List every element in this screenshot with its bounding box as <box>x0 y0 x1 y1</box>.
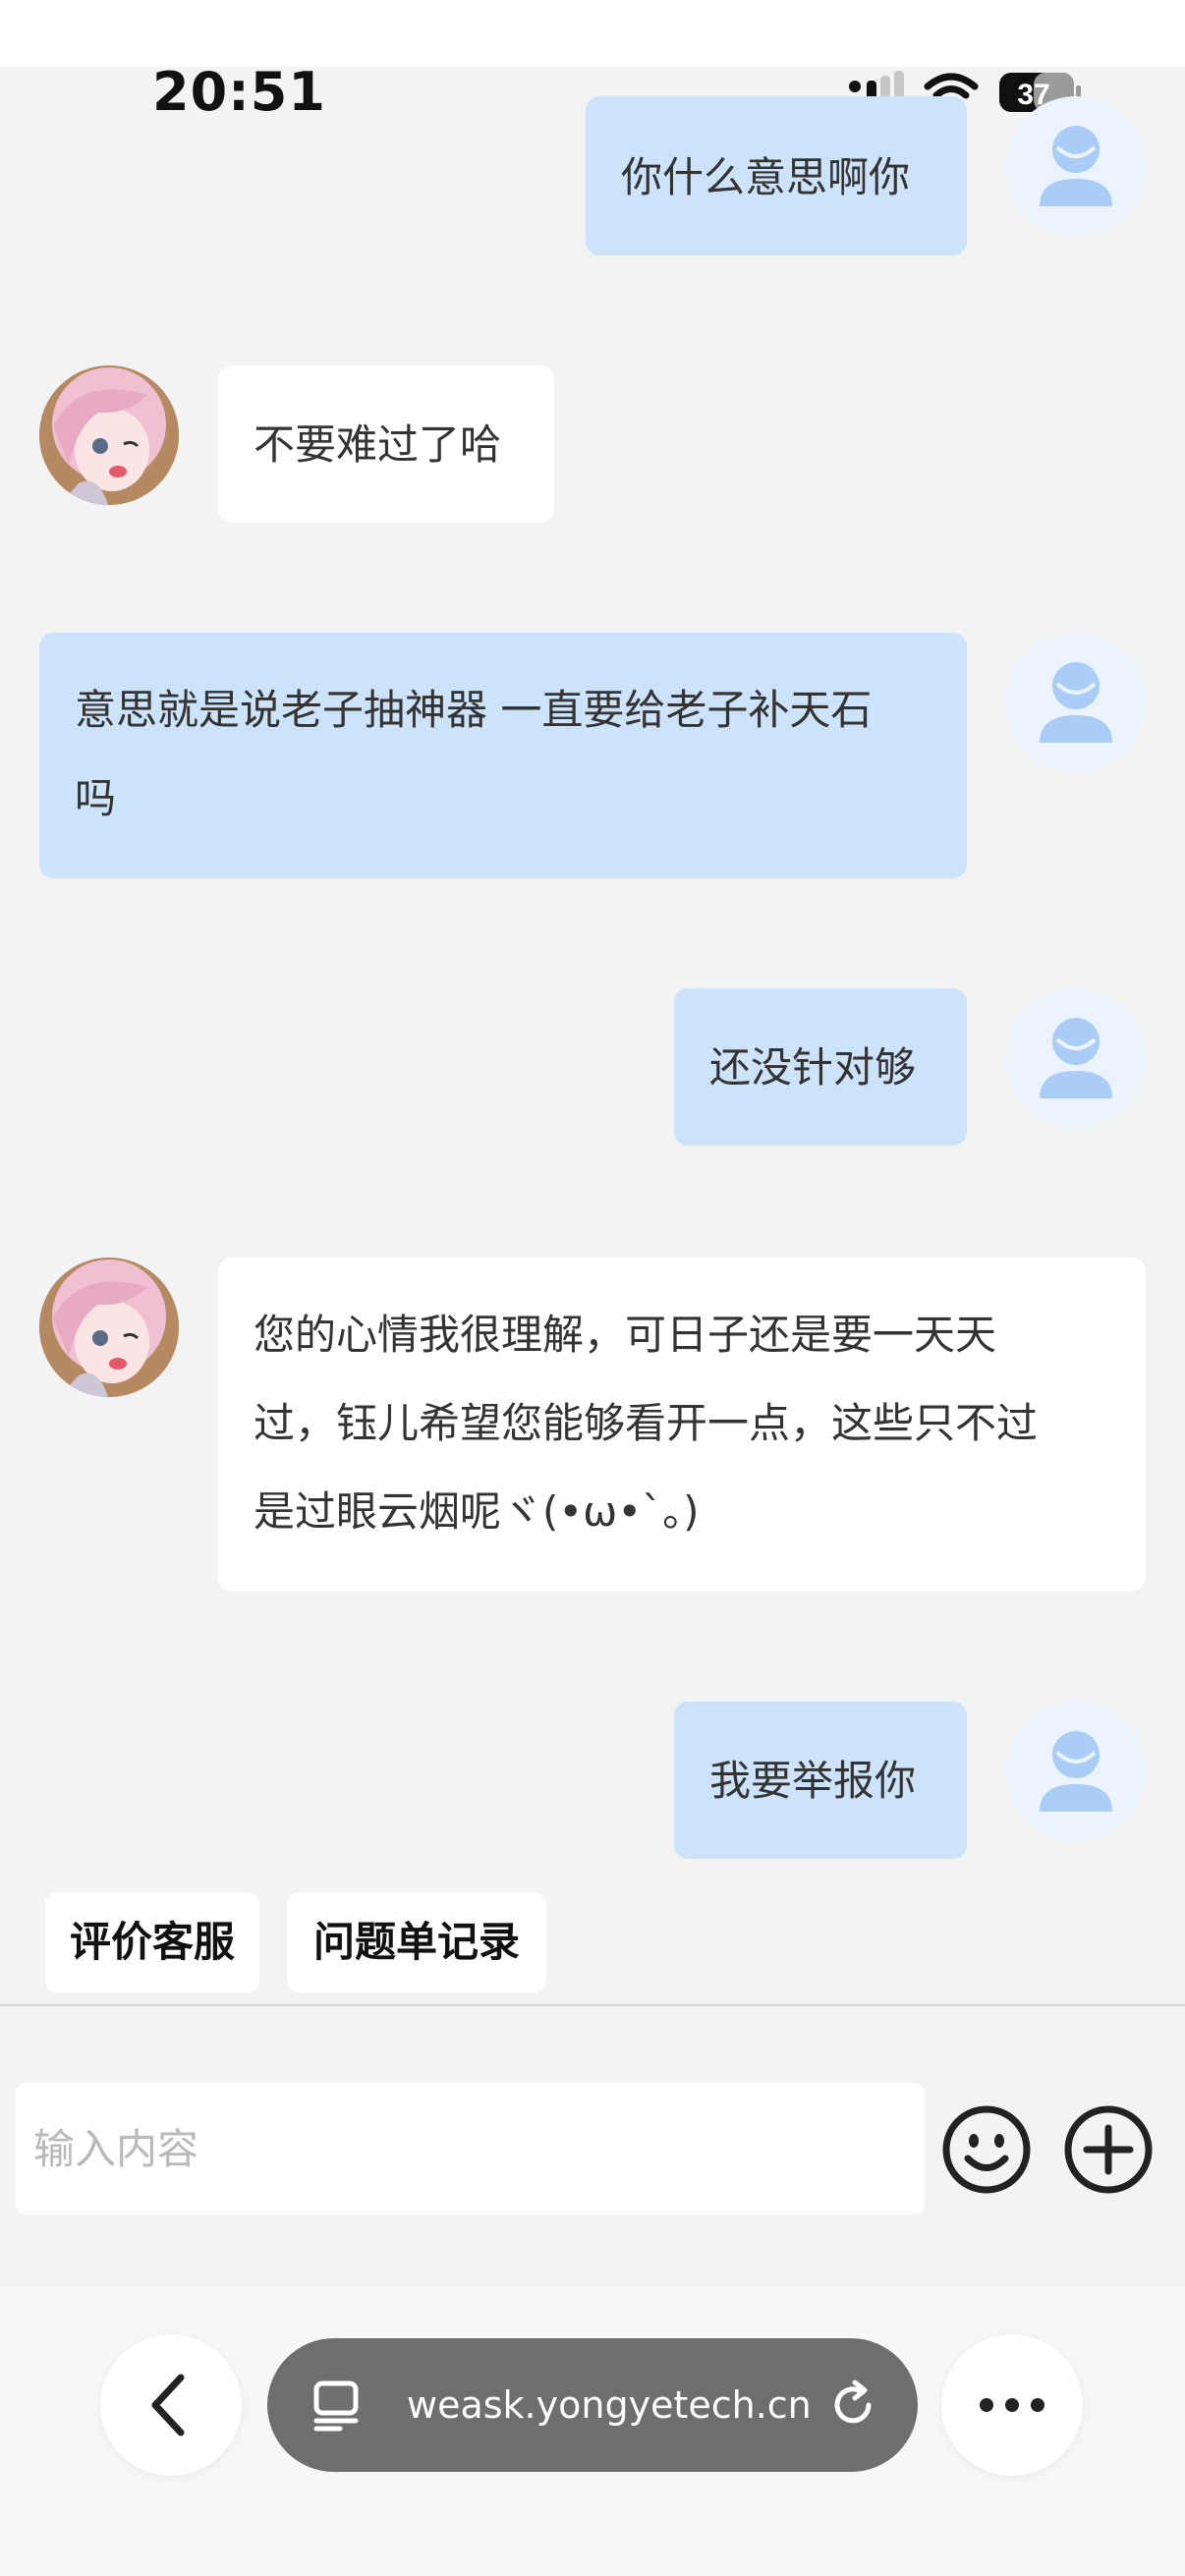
agent-message: 您的心情我很理解，可日子还是要一天天 过，钰儿希望您能够看开一点，这些只不过 是… <box>218 1258 1146 1592</box>
more-icon <box>980 2398 1044 2412</box>
message-text: 我要举报你 <box>709 1757 917 1805</box>
message-text: 不要难过了哈 <box>254 420 502 469</box>
message-input[interactable] <box>16 2083 925 2214</box>
browser-url-text: weask.yongyetech.cn <box>407 2383 810 2427</box>
message-line: 过，钰儿希望您能够看开一点，这些只不过 <box>254 1399 1039 1447</box>
smiley-icon[interactable] <box>941 2104 1032 2195</box>
person-icon <box>1040 1018 1112 1098</box>
chevron-left-icon <box>151 2374 185 2436</box>
agent-avatar-image <box>39 365 179 505</box>
person-icon <box>1040 126 1112 206</box>
tabs-icon[interactable] <box>310 2378 366 2433</box>
browser-back-button[interactable] <box>100 2334 242 2476</box>
user-message: 我要举报你 <box>674 1702 967 1859</box>
agent-avatar-image <box>39 1258 179 1397</box>
person-icon <box>1040 1731 1112 1812</box>
message-text: 还没针对够 <box>709 1043 917 1092</box>
message-line: 吗 <box>75 774 117 822</box>
status-time: 20:51 <box>152 61 326 123</box>
user-message: 还没针对够 <box>674 988 967 1146</box>
user-message: 你什么意思啊你 <box>586 96 967 255</box>
person-icon <box>1040 662 1112 743</box>
divider <box>0 2004 1185 2006</box>
user-avatar <box>1006 988 1146 1128</box>
user-avatar <box>1006 633 1146 772</box>
ticket-records-button[interactable]: 问题单记录 <box>287 1892 546 1992</box>
plus-circle-icon[interactable] <box>1063 2104 1154 2195</box>
message-line: 意思就是说老子抽神器 一直要给老子补天石 <box>75 686 873 734</box>
browser-address-bar[interactable]: weask.yongyetech.cn <box>267 2338 918 2472</box>
message-line: 您的心情我很理解，可日子还是要一天天 <box>254 1311 997 1359</box>
rate-agent-button[interactable]: 评价客服 <box>45 1892 259 1992</box>
user-avatar <box>1006 1702 1146 1841</box>
message-text: 你什么意思啊你 <box>621 153 911 201</box>
agent-avatar <box>39 365 179 505</box>
agent-message: 不要难过了哈 <box>218 365 554 523</box>
browser-more-button[interactable] <box>941 2334 1083 2476</box>
user-avatar <box>1006 96 1146 236</box>
message-line: 是过眼云烟呢ヾ(•ω•`。) <box>254 1487 700 1536</box>
user-message: 意思就是说老子抽神器 一直要给老子补天石 吗 <box>39 633 967 878</box>
agent-avatar <box>39 1258 179 1397</box>
status-bar-background <box>0 0 1185 67</box>
reload-icon[interactable] <box>825 2378 880 2433</box>
